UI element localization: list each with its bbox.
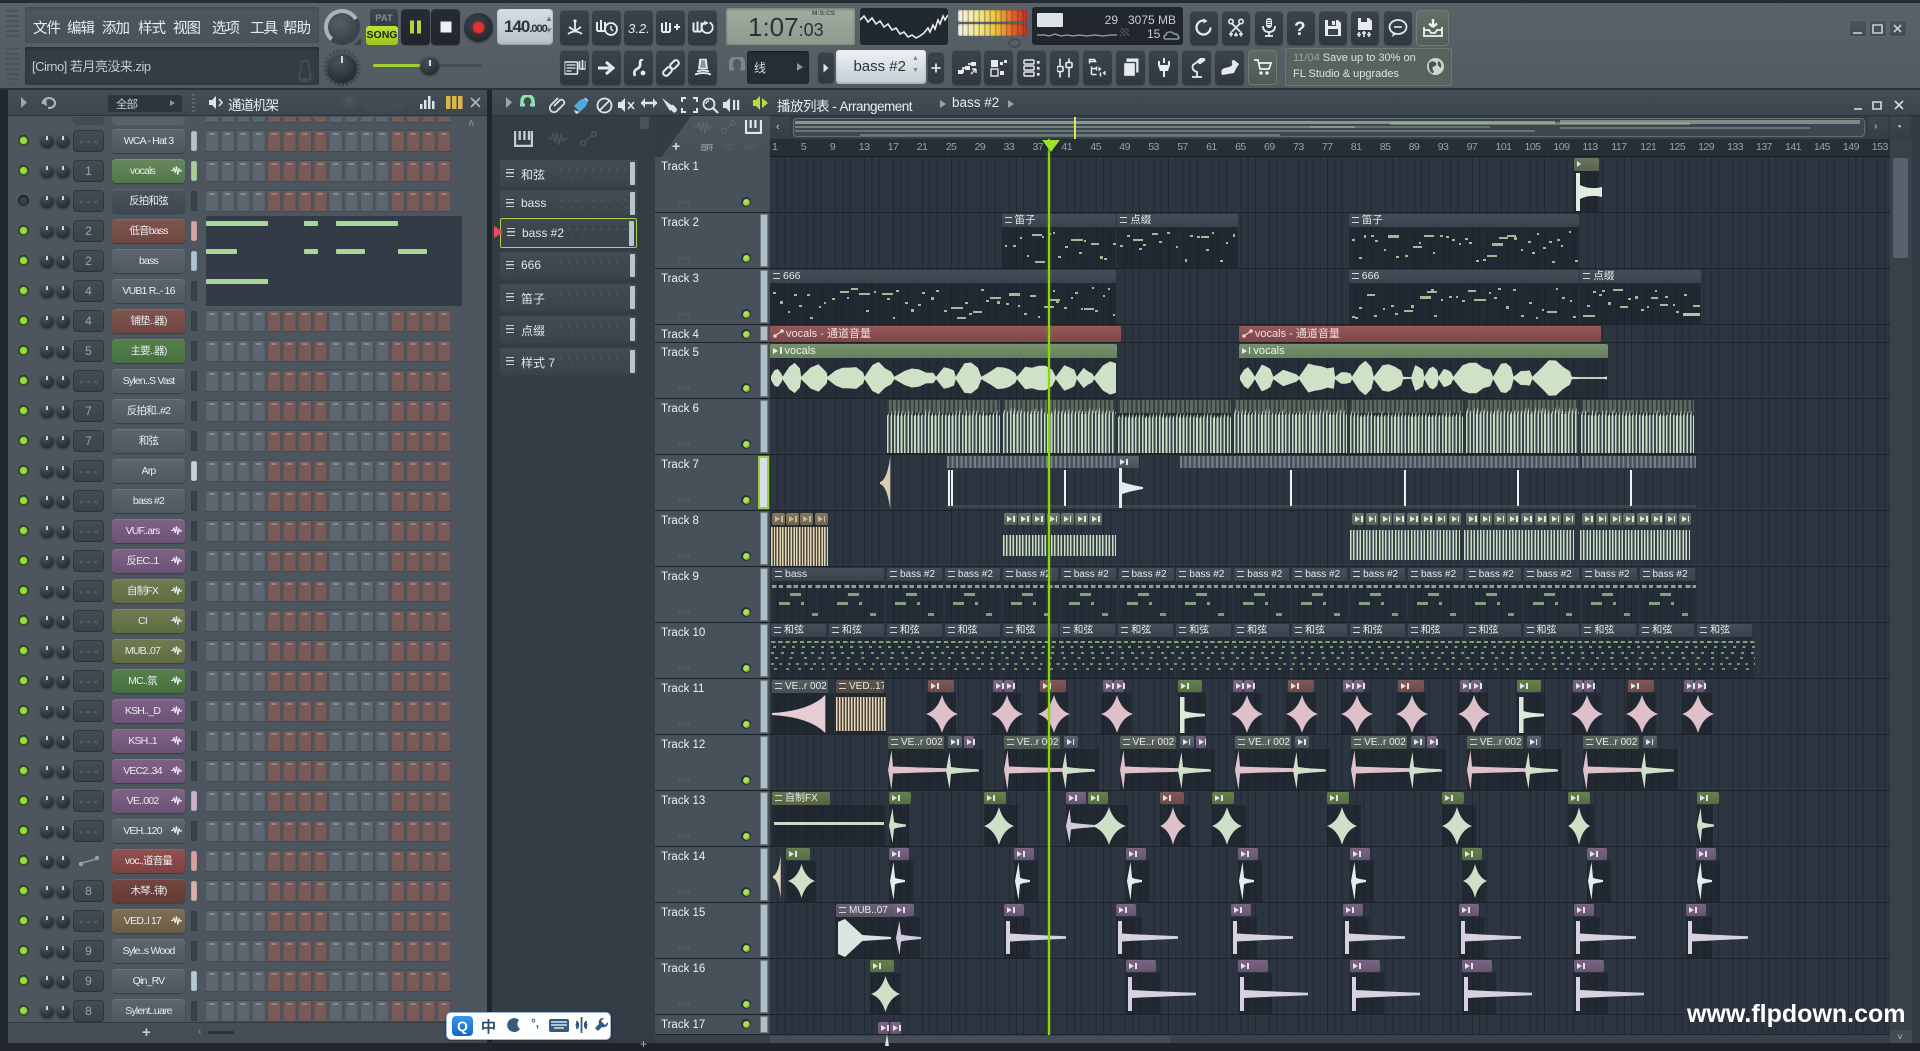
svg-text:?: ? xyxy=(1294,19,1306,38)
svg-text:3.2.: 3.2. xyxy=(628,21,650,35)
